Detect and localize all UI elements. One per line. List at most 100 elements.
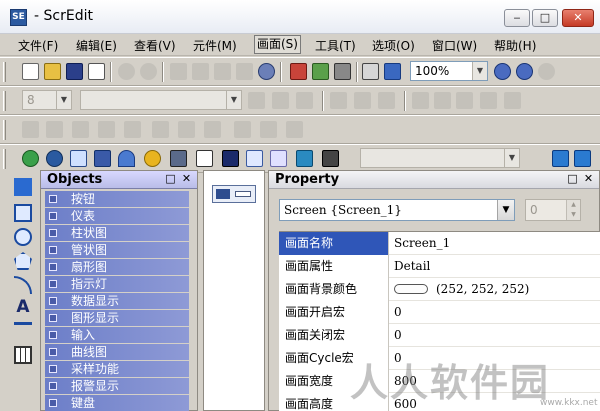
align-center-icon[interactable] [272, 92, 289, 109]
upload-icon[interactable] [312, 63, 329, 80]
property-value[interactable]: 0 [394, 301, 594, 324]
find-icon[interactable] [258, 63, 275, 80]
table-icon[interactable] [14, 346, 32, 364]
property-value[interactable]: (252, 252, 252) [394, 278, 594, 301]
list-item[interactable]: 扇形图 [45, 259, 189, 276]
toolbar-grip[interactable] [3, 62, 6, 82]
import-icon[interactable] [88, 63, 105, 80]
circle-icon[interactable] [14, 228, 32, 246]
restore-icon[interactable]: □ [164, 173, 177, 186]
italic-icon[interactable] [480, 92, 497, 109]
menu-file[interactable]: 文件(F) [18, 37, 58, 54]
underline-icon[interactable] [504, 92, 521, 109]
pen-icon[interactable] [14, 178, 32, 196]
arc-icon[interactable] [14, 276, 32, 294]
new-icon[interactable] [22, 63, 39, 80]
zoom-in-icon[interactable] [494, 63, 511, 80]
trend-graph-icon[interactable] [246, 150, 263, 167]
property-row[interactable]: 画面属性 Detail [279, 255, 600, 278]
list-item[interactable]: 报警显示 [45, 378, 189, 395]
screen-thumbnail[interactable] [212, 185, 256, 203]
font-color-icon[interactable] [412, 92, 429, 109]
align-option-icon[interactable] [552, 150, 569, 167]
align-right-icon[interactable] [296, 92, 313, 109]
keyboard-icon[interactable] [322, 150, 339, 167]
index-stepper[interactable]: 0 ▲ ▼ [525, 199, 581, 221]
close-button[interactable]: ✕ [562, 9, 594, 27]
download-icon[interactable] [290, 63, 307, 80]
restore-icon[interactable]: □ [566, 173, 579, 186]
save-icon[interactable] [66, 63, 83, 80]
pipe-icon[interactable] [94, 150, 111, 167]
menu-component[interactable]: 元件(M) [193, 37, 237, 54]
numeric-display-icon[interactable] [170, 150, 187, 167]
list-item[interactable]: 柱状图 [45, 225, 189, 242]
bold-icon[interactable] [456, 92, 473, 109]
line-icon[interactable] [22, 121, 39, 138]
menu-help[interactable]: 帮助(H) [494, 37, 536, 54]
center-horizontal-icon[interactable] [204, 121, 221, 138]
list-item[interactable]: 曲线图 [45, 344, 189, 361]
property-row[interactable]: 画面开启宏 0 [279, 301, 600, 324]
bar-graph-icon[interactable] [70, 150, 87, 167]
menu-edit[interactable]: 编辑(E) [76, 37, 117, 54]
redo-icon[interactable] [140, 63, 157, 80]
font-name-select[interactable]: ▼ [80, 90, 242, 110]
graphic-display-icon[interactable] [196, 150, 213, 167]
close-icon[interactable]: ✕ [582, 173, 595, 186]
send-back-icon[interactable] [260, 121, 277, 138]
list-item[interactable]: 采样功能 [45, 361, 189, 378]
pie-icon[interactable] [118, 150, 135, 167]
delete-icon[interactable] [236, 63, 253, 80]
text-input-icon[interactable] [222, 150, 239, 167]
property-value[interactable]: 0 [394, 324, 594, 347]
same-height-icon[interactable] [98, 121, 115, 138]
list-item[interactable]: 管状图 [45, 242, 189, 259]
property-row[interactable]: 画面关闭宏 0 [279, 324, 600, 347]
lamp-icon[interactable] [144, 150, 161, 167]
center-vertical-icon[interactable] [286, 121, 303, 138]
object-selector[interactable]: Screen {Screen_1} ▼ [279, 199, 515, 221]
simulate-icon[interactable] [384, 63, 401, 80]
cut-icon[interactable] [170, 63, 187, 80]
color-swatch[interactable] [394, 284, 428, 294]
print-icon[interactable] [362, 63, 379, 80]
sampling-icon[interactable] [270, 150, 287, 167]
list-item[interactable]: 输入 [45, 327, 189, 344]
scale-icon[interactable] [14, 322, 32, 340]
layout-option-icon[interactable] [574, 150, 591, 167]
list-item[interactable]: 图形显示 [45, 310, 189, 327]
text-tool-icon[interactable]: A [14, 298, 32, 316]
property-value[interactable]: Screen_1 [394, 232, 594, 255]
same-width-icon[interactable] [72, 121, 89, 138]
alarm-icon[interactable] [296, 150, 313, 167]
space-vertical-icon[interactable] [178, 121, 195, 138]
font-size-select[interactable]: 8 ▼ [22, 90, 72, 110]
property-row[interactable]: 画面背景颜色 (252, 252, 252) [279, 278, 600, 301]
onoff-button-icon[interactable] [22, 150, 39, 167]
list-item[interactable]: 键盘 [45, 395, 189, 411]
zoom-out-icon[interactable] [516, 63, 533, 80]
settings-icon[interactable] [334, 63, 351, 80]
zoom-select[interactable]: 100% ▼ [410, 61, 488, 81]
same-size-icon[interactable] [124, 121, 141, 138]
rectangle-icon[interactable] [14, 204, 32, 222]
paste-icon[interactable] [214, 63, 231, 80]
menu-options[interactable]: 选项(O) [372, 37, 415, 54]
list-item[interactable]: 数据显示 [45, 293, 189, 310]
menu-screen[interactable]: 画面(S) [254, 35, 301, 54]
meter-icon[interactable] [46, 150, 63, 167]
space-horizontal-icon[interactable] [152, 121, 169, 138]
align-left-icon[interactable] [248, 92, 265, 109]
menu-tools[interactable]: 工具(T) [315, 37, 356, 54]
component-select[interactable]: ▼ [360, 148, 520, 168]
open-icon[interactable] [44, 63, 61, 80]
align-top-icon[interactable] [330, 92, 347, 109]
close-icon[interactable]: ✕ [180, 173, 193, 186]
list-item[interactable]: 指示灯 [45, 276, 189, 293]
zoom-fit-icon[interactable] [538, 63, 555, 80]
minimize-button[interactable]: ‒ [504, 9, 530, 27]
stepper-down-icon[interactable]: ▼ [566, 210, 580, 220]
copy-icon[interactable] [192, 63, 209, 80]
bring-front-icon[interactable] [234, 121, 251, 138]
